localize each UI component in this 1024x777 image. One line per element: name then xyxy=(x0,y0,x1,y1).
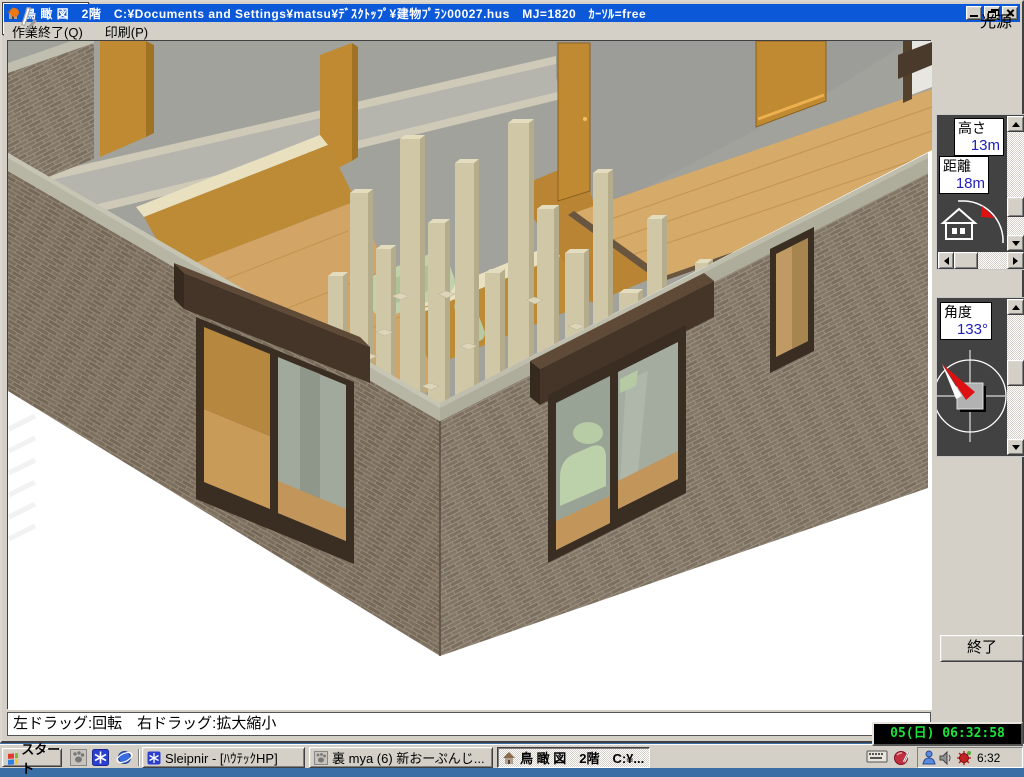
distance-box: 距離 18m xyxy=(939,156,989,194)
view-direction-arrow xyxy=(981,206,995,218)
start-label: スタート xyxy=(21,739,61,777)
height-box: 高さ 13m xyxy=(954,118,1004,156)
house-icon xyxy=(502,751,516,765)
angle-scroll-thumb[interactable] xyxy=(1007,360,1024,386)
angle-dial[interactable] xyxy=(937,346,1007,452)
distance-label: 距離 xyxy=(943,158,971,174)
minimize-icon xyxy=(970,15,978,17)
drag-hint-text: 左ドラッグ:回転 右ドラッグ:拡大縮小 xyxy=(13,715,276,732)
angle-panel: 角度 133° xyxy=(936,297,1024,457)
taskbar-task-sleipnir[interactable]: Sleipnir - [ﾊｳﾃｯｸHP] xyxy=(142,747,305,768)
menu-bar: 作業終了(Q) 印刷(P) xyxy=(4,22,1020,40)
sleipnir-icon[interactable] xyxy=(92,749,109,766)
house-roof-icon xyxy=(943,209,975,223)
os-taskbar: スタート Sleipnir - [ﾊｳﾃｯｸHP] xyxy=(0,744,1024,768)
height-scroll-up[interactable] xyxy=(1007,116,1024,132)
task-label: Sleipnir - [ﾊｳﾃｯｸHP] xyxy=(165,748,278,767)
clock-popup: 05(日) 06:32:58 xyxy=(872,722,1023,746)
start-button[interactable]: スタート xyxy=(2,748,62,767)
view-position-diagram xyxy=(939,197,1007,251)
height-scroll-track[interactable] xyxy=(1007,132,1024,235)
distance-value: 18m xyxy=(943,175,985,192)
status-bar: 左ドラッグ:回転 右ドラッグ:拡大縮小 xyxy=(7,712,931,736)
paw-icon xyxy=(314,751,328,765)
antivirus-icon[interactable] xyxy=(956,750,972,766)
keyboard-icon[interactable] xyxy=(866,749,888,764)
angle-box: 角度 133° xyxy=(940,302,992,340)
taskbar-task-mya[interactable]: 裏 mya (6) 新おーぷんじ... xyxy=(309,747,493,768)
system-tray: 6:32 xyxy=(917,747,1023,768)
height-distance-panel: 高さ 13m 距離 18m xyxy=(936,114,1024,270)
distance-scroll-track[interactable] xyxy=(978,252,1007,269)
light-source-label: 光源 xyxy=(980,8,1012,32)
house-body-icon xyxy=(946,223,972,239)
angle-scroll-down[interactable] xyxy=(1007,439,1024,455)
height-label: 高さ xyxy=(958,120,986,136)
sleipnir-icon xyxy=(147,751,161,765)
ie-globe-icon[interactable] xyxy=(116,749,133,766)
task-label: 裏 mya (6) 新おーぷんじ... xyxy=(332,748,485,767)
paw-icon[interactable] xyxy=(70,749,87,766)
taskbar-divider xyxy=(138,749,140,766)
distance-scroll-left[interactable] xyxy=(938,252,954,269)
light-dot-icon xyxy=(10,8,19,17)
exit-button[interactable]: 終了 xyxy=(940,635,1024,662)
angle-label: 角度 xyxy=(944,304,972,320)
speaker-icon[interactable] xyxy=(939,751,953,765)
angle-scroll-up[interactable] xyxy=(1007,299,1024,315)
title-bar[interactable]: 鳥 瞰 図 2階 C:¥Documents and Settings¥matsu… xyxy=(4,4,1020,22)
distance-scroll-thumb[interactable] xyxy=(954,252,978,269)
height-scroll-thumb[interactable] xyxy=(1007,197,1024,217)
windows-flag-icon xyxy=(6,751,18,765)
height-scroll-down[interactable] xyxy=(1007,235,1024,251)
application-window: 鳥 瞰 図 2階 C:¥Documents and Settings¥matsu… xyxy=(0,0,1024,743)
task-label: 鳥 瞰 図 2階 C:¥... xyxy=(520,748,644,767)
taskbar-task-birdview[interactable]: 鳥 瞰 図 2階 C:¥... xyxy=(497,747,650,768)
3d-scene[interactable] xyxy=(8,41,932,710)
3d-viewport[interactable] xyxy=(7,40,931,709)
angle-value: 133° xyxy=(944,321,988,338)
ime-ball-icon[interactable] xyxy=(893,749,911,766)
tray-clock[interactable]: 6:32 xyxy=(977,751,1000,765)
height-value: 13m xyxy=(958,137,1000,154)
window-title: 鳥 瞰 図 2階 C:¥Documents and Settings¥matsu… xyxy=(24,5,646,22)
window-narrow xyxy=(770,227,814,373)
user-icon[interactable] xyxy=(922,750,936,765)
distance-scroll-right[interactable] xyxy=(1007,252,1024,269)
menu-item-print[interactable]: 印刷(P) xyxy=(105,22,148,41)
